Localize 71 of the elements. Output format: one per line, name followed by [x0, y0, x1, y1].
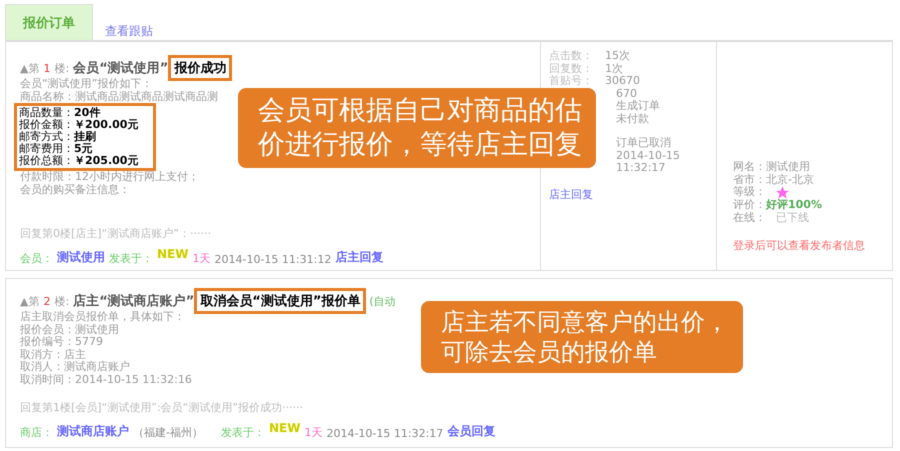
new-label: NEW — [157, 247, 188, 261]
post-age: 1天 — [192, 251, 210, 266]
stat-value: 15次 — [605, 50, 630, 62]
new-label: NEW — [268, 421, 300, 435]
stat-value: 670 — [615, 88, 637, 100]
stat-value: 11:32:17 — [615, 162, 666, 174]
owner-reply-link[interactable]: 店主回复 — [549, 186, 716, 202]
stat-value: 30670 — [605, 75, 640, 88]
tab[interactable]: 报价订单 — [5, 4, 93, 40]
post-title: 店主“测试商店账户” — [73, 292, 194, 310]
login-notice: 登录后可以查看发布者信息 — [733, 238, 866, 253]
floor-marker: ▲第 — [20, 60, 40, 76]
star-icon — [776, 186, 789, 199]
profile-label: 评价： — [733, 199, 766, 212]
post-title: 会员“测试使用” — [73, 60, 168, 77]
summary-line: 邮寄方式：挂刷 — [19, 131, 97, 143]
annotation-callout: 店主若不同意客户的出价， 可除去会员的报价单 — [421, 301, 743, 373]
role-label: 会员： — [20, 251, 53, 266]
profile-value: 测试使用 — [766, 161, 810, 174]
stat-label: 回复数： — [549, 62, 594, 75]
summary-line: 报价总额：￥205.00元 — [19, 155, 140, 167]
tab[interactable]: 查看跟贴 — [105, 23, 153, 40]
detail-line: 店主取消会员报价单，具体如下： — [20, 311, 185, 324]
reply-quote: 回复第1楼[会员]“测试使用”:会员“测试使用”报价成功······ — [20, 400, 304, 415]
detail-line: 会员的购买备注信息： — [20, 184, 130, 196]
posted-label: 发表于： — [109, 251, 153, 266]
annotation-callout: 会员可根据自己对商品的估 价进行报价，等待店主回复 — [238, 88, 596, 168]
summary-line: 商品数量：20件 — [19, 107, 102, 119]
role-label: 商店： — [20, 425, 53, 440]
detail-line: 报价会员：测试使用 — [20, 324, 119, 336]
stat-value: 未付款 — [615, 112, 649, 125]
detail-line: 取消方：店主 — [20, 348, 86, 361]
floor-marker: ▲第 — [20, 294, 40, 308]
profile-value: 好评100% — [766, 199, 822, 212]
profile-label: 等级： — [733, 186, 766, 199]
floor-label: 楼: — [54, 60, 70, 76]
detail-line: 取消时间：2014-10-15 11:32:16 — [20, 374, 192, 386]
stat-value: 生成订单 — [615, 100, 660, 112]
stat-label: 首贴号： — [549, 75, 594, 88]
summary-line: 邮寄费用：5元 — [19, 143, 94, 155]
stat-label: 点击数： — [549, 50, 594, 62]
detail-line: 会员“测试使用”报价如下： — [20, 78, 152, 90]
stat-value: 2014-10-15 — [615, 150, 680, 162]
author-location: （福建-福州） — [133, 425, 203, 440]
reply-quote: 回复第0楼[店主]“测试商店账户”：······ — [20, 226, 211, 241]
floor-label: 楼: — [54, 294, 70, 308]
post-age: 1天 — [304, 425, 322, 440]
detail-line: 取消人：测试商店账户 — [20, 361, 130, 374]
post-time: 2014-10-15 11:31:12 — [214, 253, 332, 266]
reply-link[interactable]: 店主回复 — [335, 249, 384, 266]
stat-value: 1次 — [605, 62, 623, 75]
author-link[interactable]: 测试商店账户 — [57, 423, 129, 440]
post-time: 2014-10-15 11:32:17 — [326, 427, 444, 440]
detail-line: 报价编号：5779 — [20, 336, 103, 348]
summary-line: 报价金额：￥200.00元 — [19, 119, 140, 131]
detail-line: 付款时限：12小时内进行网上支付； — [20, 171, 199, 184]
floor-number: 1 — [43, 62, 50, 74]
profile-label: 省市： — [733, 174, 766, 186]
floor-number: 2 — [43, 294, 50, 308]
stat-value: 订单已取消 — [615, 137, 671, 150]
reply-link[interactable]: 会员回复 — [447, 423, 496, 440]
detail-line: 商品名称：测试商品测试商品测试商品测 — [20, 90, 218, 103]
status-note: (自动 — [369, 294, 396, 308]
posted-label: 发表于： — [220, 425, 265, 440]
author-link[interactable]: 测试使用 — [57, 249, 105, 266]
profile-label: 在线： — [733, 212, 766, 224]
post-status: 报价成功 — [168, 55, 232, 81]
profile-value: 北京-北京 — [766, 174, 814, 186]
profile-label: 网名： — [733, 161, 766, 174]
post-status: 取消会员“测试使用”报价单 — [194, 288, 366, 314]
profile-value: 已下线 — [776, 212, 809, 224]
